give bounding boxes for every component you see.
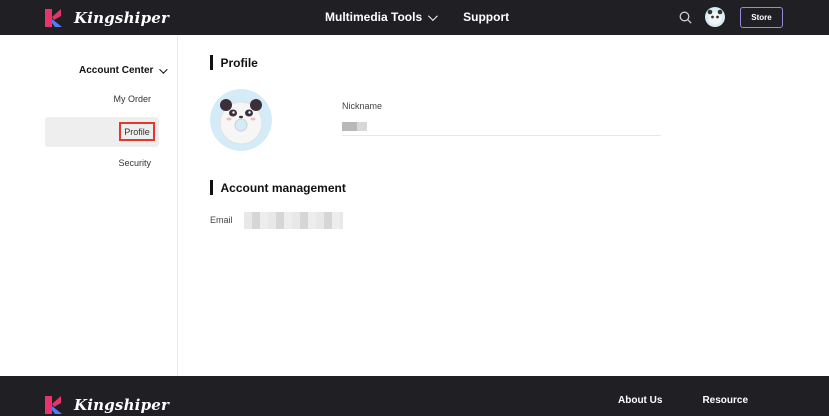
nickname-underline: [342, 135, 661, 136]
nav-multimedia-tools-label: Multimedia Tools: [325, 10, 423, 24]
section-title-bar: [210, 180, 213, 195]
footer: Kingshiper About Us Resource: [0, 376, 829, 416]
account-center-label: Account Center: [79, 65, 154, 76]
chevron-down-icon: [428, 10, 438, 21]
sidebar-item-my-order[interactable]: My Order: [113, 94, 151, 104]
main-nav: Multimedia Tools Support: [325, 10, 509, 24]
account-center-toggle[interactable]: Account Center: [79, 64, 169, 76]
account-management-title-text: Account management: [220, 180, 346, 195]
sidebar-item-profile[interactable]: Profile: [119, 122, 155, 141]
email-value-redacted: [244, 212, 343, 229]
chevron-down-icon: [159, 64, 169, 74]
nav-support[interactable]: Support: [463, 10, 509, 24]
nav-support-label: Support: [463, 10, 510, 24]
sidebar-item-security[interactable]: Security: [118, 158, 151, 168]
footer-link-about-us[interactable]: About Us: [618, 395, 662, 406]
profile-avatar[interactable]: [210, 89, 272, 151]
email-label: Email: [210, 215, 233, 225]
footer-brand-name: Kingshiper: [74, 396, 170, 414]
search-icon[interactable]: [679, 11, 692, 24]
footer-brand-logo[interactable]: Kingshiper: [44, 395, 169, 415]
footer-links: About Us Resource: [618, 395, 748, 406]
panda-avatar-icon: [707, 9, 723, 25]
brand-logo[interactable]: Kingshiper: [44, 8, 169, 28]
store-button[interactable]: Store: [740, 7, 783, 28]
kingshiper-logo-icon: [45, 396, 62, 414]
nav-multimedia-tools[interactable]: Multimedia Tools: [325, 10, 438, 24]
footer-link-resource[interactable]: Resource: [702, 395, 748, 406]
brand-name: Kingshiper: [74, 9, 170, 27]
account-sidebar: Account Center My Order Profile Security: [0, 35, 178, 376]
nickname-value-redacted[interactable]: [342, 122, 367, 131]
section-title-bar: [210, 55, 213, 70]
panda-donut-avatar-icon: [219, 99, 263, 145]
profile-title-text: Profile: [220, 55, 258, 70]
user-avatar[interactable]: [705, 7, 725, 27]
nickname-label: Nickname: [342, 101, 383, 111]
top-navigation-bar: Kingshiper Multimedia Tools Support Stor…: [0, 0, 829, 35]
profile-section-title: Profile: [210, 55, 258, 70]
kingshiper-logo-icon: [45, 9, 62, 27]
account-management-section-title: Account management: [210, 180, 346, 195]
